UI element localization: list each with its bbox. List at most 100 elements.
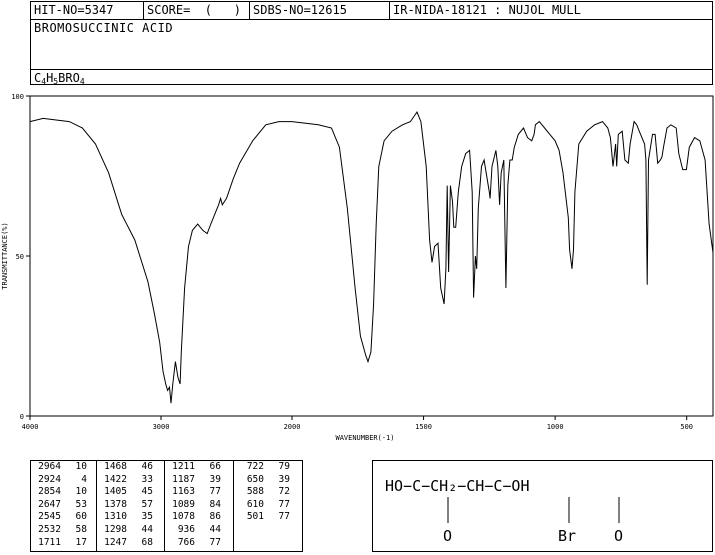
peak-transmittance: 17 <box>75 536 87 548</box>
peak-transmittance: 33 <box>141 473 153 485</box>
y-axis-label: TRANSMITTANCE(%) <box>1 222 9 289</box>
peak-row: 1187 39 <box>165 474 233 487</box>
peak-transmittance: 68 <box>141 536 153 548</box>
peak-transmittance: 45 <box>141 486 153 498</box>
peak-wavenumber: 2964 <box>38 461 61 472</box>
peak-table: 2964 10 2924 4 2854 10 2647 53 2545 60 2532 58 1711 1… <box>30 460 303 552</box>
peak-transmittance: 10 <box>75 486 87 498</box>
x-tick-label: 2000 <box>284 423 301 431</box>
peak-transmittance: 39 <box>278 473 290 485</box>
peak-wavenumber: 2545 <box>38 511 61 523</box>
peak-row: 1378 57 <box>97 499 164 512</box>
peak-row: 1468 46 <box>97 461 164 474</box>
peak-wavenumber: 1247 <box>104 536 127 548</box>
peak-wavenumber: 2924 <box>38 473 61 485</box>
structure-box: HO−C−CH₂−CH−C−OH O Br O <box>372 460 713 552</box>
peak-wavenumber: 936 <box>177 523 195 535</box>
structure-main-chain: HO−C−CH₂−CH−C−OH <box>385 477 530 495</box>
peak-row: 501 77 <box>234 511 302 524</box>
peak-row: 588 72 <box>234 486 302 499</box>
y-tick-label: 50 <box>16 253 24 261</box>
peak-wavenumber: 610 <box>246 498 264 510</box>
ir-spectrum-chart: 4000 3000 2000 1500 1000 500 0 50 100 WAVENUMBER… <box>1 93 714 442</box>
spectrum-line <box>29 110 714 404</box>
peak-transmittance: 10 <box>75 461 87 472</box>
peak-row: 2545 60 <box>31 511 96 524</box>
peak-row: 2532 58 <box>31 524 96 537</box>
peak-transmittance: 44 <box>209 523 221 535</box>
peak-transmittance: 58 <box>75 523 87 535</box>
peak-transmittance: 84 <box>209 498 221 510</box>
y-tick-label: 100 <box>11 93 24 101</box>
peak-row: 1078 86 <box>165 511 233 524</box>
peak-wavenumber: 766 <box>177 536 195 548</box>
series-layer <box>29 110 714 404</box>
peak-wavenumber: 1422 <box>104 473 127 485</box>
peak-row: 766 77 <box>165 537 233 550</box>
peak-transmittance: 77 <box>278 498 290 510</box>
peak-transmittance: 77 <box>278 511 290 523</box>
peak-wavenumber: 2647 <box>38 498 61 510</box>
peak-wavenumber: 1298 <box>104 523 127 535</box>
x-tick-label: 4000 <box>22 423 39 431</box>
peak-wavenumber: 1163 <box>172 486 195 498</box>
peak-row: 722 79 <box>234 461 302 474</box>
x-tick-label: 1000 <box>547 423 564 431</box>
x-tick-label: 500 <box>680 423 693 431</box>
peak-wavenumber: 1211 <box>172 461 195 472</box>
peak-row: 1163 77 <box>165 486 233 499</box>
y-tick-label: 0 <box>20 413 24 421</box>
peak-wavenumber: 1187 <box>172 473 195 485</box>
peak-column: 1468 46 1422 33 1405 45 1378 57 1310 35 1298 44 1247… <box>97 461 165 551</box>
peak-wavenumber: 1089 <box>172 498 195 510</box>
peak-wavenumber: 2532 <box>38 523 61 535</box>
peak-wavenumber: 1468 <box>104 461 127 472</box>
peak-row: 1405 45 <box>97 486 164 499</box>
peak-wavenumber: 501 <box>246 511 264 523</box>
peak-transmittance: 35 <box>141 511 153 523</box>
peak-transmittance: 66 <box>209 461 221 472</box>
peak-row: 1089 84 <box>165 499 233 512</box>
peak-row: 1711 17 <box>31 537 96 550</box>
peak-wavenumber: 1711 <box>38 536 61 548</box>
peak-transmittance: 44 <box>141 523 153 535</box>
peak-transmittance: 39 <box>209 473 221 485</box>
peak-transmittance: 57 <box>141 498 153 510</box>
x-tick-label: 1500 <box>415 423 432 431</box>
peak-transmittance: 77 <box>209 536 221 548</box>
bromine-substituent: Br <box>558 527 576 545</box>
peak-row: 1310 35 <box>97 511 164 524</box>
peak-transmittance: 46 <box>141 461 153 472</box>
peak-row: 1298 44 <box>97 524 164 537</box>
peak-wavenumber: 722 <box>246 461 264 472</box>
oxygen-right: O <box>614 527 623 545</box>
peak-transmittance: 53 <box>75 498 87 510</box>
peak-column: 2964 10 2924 4 2854 10 2647 53 2545 60 2532 58 1711 1… <box>31 461 97 551</box>
oxygen-left: O <box>443 527 452 545</box>
peak-wavenumber: 1405 <box>104 486 127 498</box>
peak-column: 1211 66 1187 39 1163 77 1089 84 1078 86 936 44 766 77 <box>165 461 234 551</box>
peak-row: 936 44 <box>165 524 233 537</box>
x-axis-label: WAVENUMBER(-1) <box>335 434 394 442</box>
peak-wavenumber: 1310 <box>104 511 127 523</box>
peak-transmittance: 77 <box>209 486 221 498</box>
peak-row: 2854 10 <box>31 486 96 499</box>
peak-wavenumber: 2854 <box>38 486 61 498</box>
peak-row: 2964 10 <box>31 461 96 474</box>
peak-transmittance: 60 <box>75 511 87 523</box>
peak-transmittance: 79 <box>278 461 290 472</box>
peak-row: 610 77 <box>234 499 302 512</box>
peak-transmittance: 86 <box>209 511 221 523</box>
peak-wavenumber: 1078 <box>172 511 195 523</box>
peak-transmittance: 72 <box>278 486 290 498</box>
peak-row: 2647 53 <box>31 499 96 512</box>
peak-wavenumber: 1378 <box>104 498 127 510</box>
structure-diagram: HO−C−CH₂−CH−C−OH O Br O <box>385 477 623 545</box>
peak-column: 722 79 650 39 588 72 610 77 501 77 <box>234 461 302 551</box>
peak-row: 1247 68 <box>97 537 164 550</box>
peak-wavenumber: 650 <box>246 473 264 485</box>
x-tick-label: 3000 <box>153 423 170 431</box>
peak-row: 1422 33 <box>97 474 164 487</box>
peak-row: 1211 66 <box>165 461 233 474</box>
peak-transmittance: 4 <box>81 473 87 485</box>
